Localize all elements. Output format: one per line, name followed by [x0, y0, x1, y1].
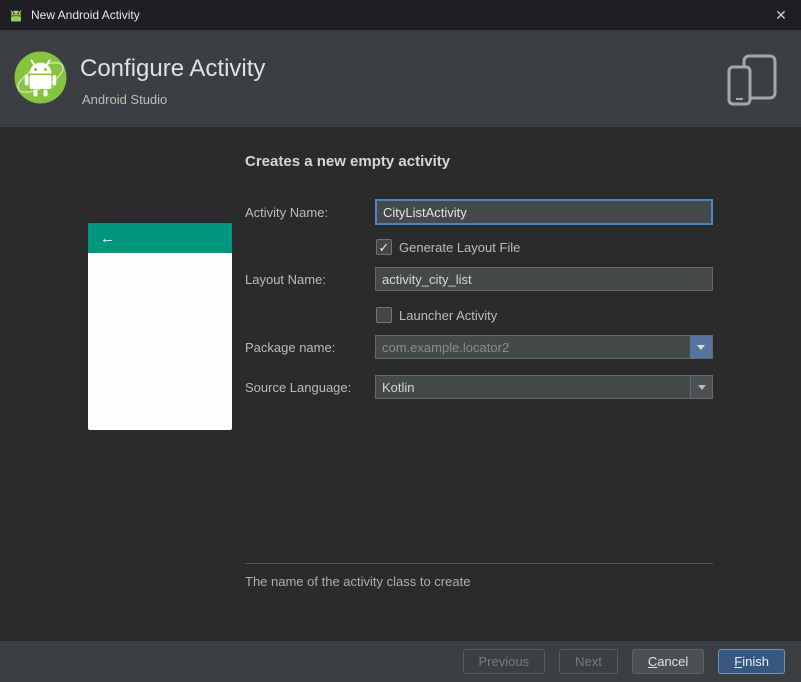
dropdown-arrow-icon: [697, 344, 705, 350]
layout-name-input[interactable]: [375, 267, 713, 291]
source-language-combobox[interactable]: Kotlin: [375, 375, 713, 399]
package-name-combobox[interactable]: com.example.locator2: [375, 335, 713, 359]
launcher-activity-checkbox[interactable]: [376, 307, 392, 323]
close-button[interactable]: ✕: [765, 0, 797, 30]
android-studio-logo: [13, 50, 68, 105]
source-language-dropdown-button[interactable]: [690, 376, 712, 398]
window-title: New Android Activity: [31, 8, 140, 22]
activity-preview: ←: [88, 223, 232, 430]
cancel-button[interactable]: Cancel: [631, 649, 705, 674]
layout-name-label: Layout Name:: [245, 272, 326, 287]
activity-name-input[interactable]: [375, 199, 713, 225]
field-hint: The name of the activity class to create: [245, 574, 471, 589]
activity-name-label: Activity Name:: [245, 205, 329, 220]
new-android-activity-dialog: New Android Activity ✕ Configure Activit…: [0, 0, 801, 682]
header-title: Configure Activity: [80, 55, 266, 82]
previous-button[interactable]: Previous: [462, 649, 546, 674]
next-button[interactable]: Next: [559, 649, 618, 674]
header-subtitle: Android Studio: [82, 92, 168, 107]
generate-layout-label: Generate Layout File: [399, 240, 521, 255]
form-heading: Creates a new empty activity: [245, 153, 451, 170]
back-arrow-icon: ←: [100, 229, 115, 247]
finish-button[interactable]: Finish: [718, 649, 785, 674]
separator: [245, 563, 713, 564]
dropdown-arrow-icon: [697, 384, 706, 390]
android-studio-icon: [8, 7, 24, 23]
source-language-value: Kotlin: [382, 379, 415, 395]
package-name-label: Package name:: [245, 340, 336, 355]
close-icon: ✕: [775, 6, 787, 23]
launcher-activity-label: Launcher Activity: [399, 308, 498, 323]
preview-appbar: ←: [88, 223, 232, 253]
checkmark-icon: ✓: [378, 239, 390, 255]
titlebar: New Android Activity ✕: [0, 0, 801, 30]
package-name-dropdown-button[interactable]: [690, 336, 712, 358]
content: Creates a new empty activity ← Activity …: [0, 127, 801, 640]
package-name-value: com.example.locator2: [382, 339, 510, 355]
button-bar: Previous Next Cancel Finish: [0, 640, 801, 682]
source-language-label: Source Language:: [245, 380, 352, 395]
generate-layout-checkbox[interactable]: ✓: [376, 239, 392, 255]
wizard-header: Configure Activity Android Studio: [0, 30, 801, 127]
devices-icon: [727, 54, 777, 109]
